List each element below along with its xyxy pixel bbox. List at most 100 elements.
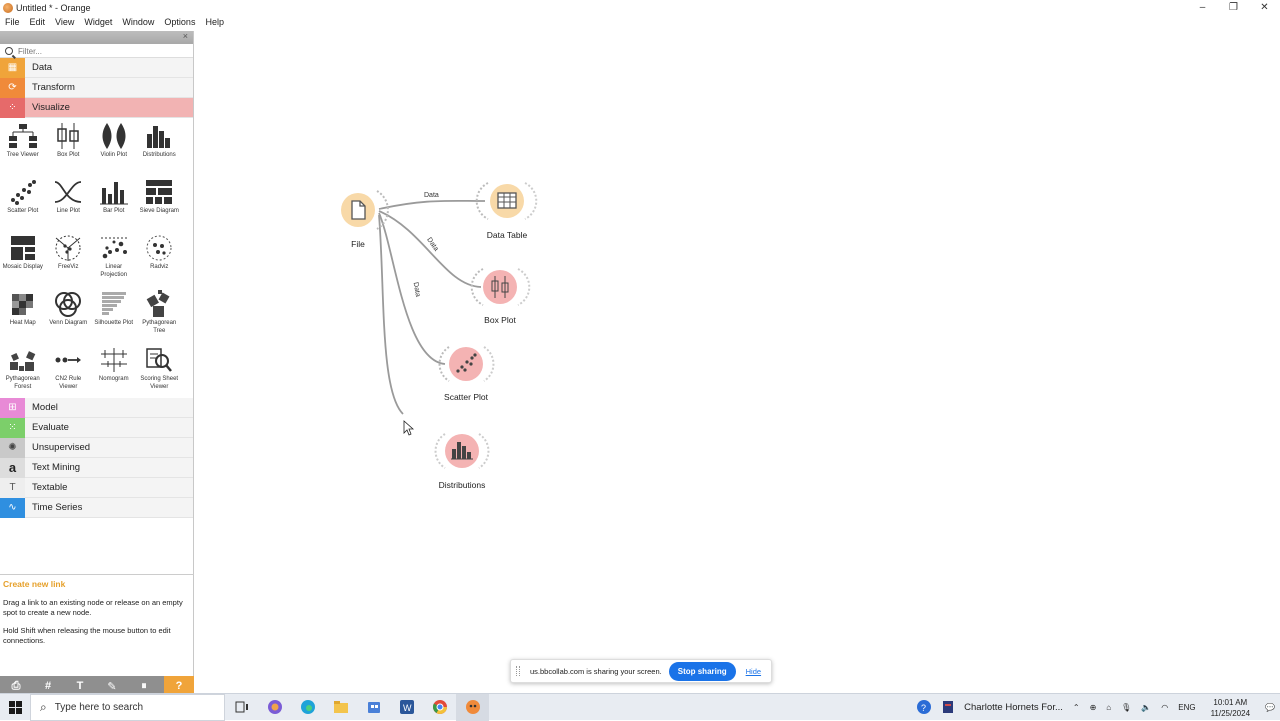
node-label-data-table: Data Table [486,230,528,240]
window-title: Untitled * - Orange [16,2,91,13]
network-tray-icon[interactable]: ⌂ [1106,703,1111,712]
widget-scoring-sheet-viewer[interactable]: Scoring Sheet Viewer [137,342,183,398]
toolbox-titlebar[interactable]: × [0,31,193,44]
news-headline[interactable]: Charlotte Hornets For... [964,702,1063,713]
category-evaluate[interactable]: ⁙ Evaluate [0,417,193,438]
info-title: Create new link [3,579,66,589]
wifi-icon[interactable]: ◠ [1161,703,1168,712]
orange-app-icon [3,2,13,13]
window-controls: – ❐ ✕ [1187,0,1280,15]
category-visualize[interactable]: ⁘ Visualize [0,97,193,118]
language-indicator[interactable]: ENG [1178,703,1195,712]
menu-view[interactable]: View [50,15,79,29]
node-distributions[interactable] [434,433,490,469]
evaluate-category-icon: ⁙ [0,417,25,438]
node-label-scatter-plot: Scatter Plot [444,392,488,402]
link-file-box-plot[interactable] [378,210,482,288]
minimize-button[interactable]: – [1187,0,1218,15]
system-tray: ? Charlotte Hornets For... ⌃ ⊕ ⌂ 🎙 🔈 ◠ E… [911,694,1280,721]
category-label: Visualize [32,102,70,113]
category-data[interactable]: ▦ Data [0,57,193,78]
widget-box-plot[interactable]: Box Plot [46,118,92,174]
widget-distributions[interactable]: Distributions [137,118,183,174]
menu-options[interactable]: Options [159,15,200,29]
link-file-data-table[interactable] [378,199,486,210]
widget-nomogram[interactable]: Nomogram [91,342,137,398]
taskbar-search[interactable]: ⌕ Type here to search [30,693,225,721]
widget-bar-plot[interactable]: Bar Plot [91,174,137,230]
widget-pythagorean-tree[interactable]: Pythagorean Tree [137,286,183,342]
widget-sieve-diagram[interactable]: Sieve Diagram [137,174,183,230]
widget-label: CN2 Rule Viewer [55,376,82,390]
mosaic-display-icon [7,233,39,263]
copilot-icon[interactable] [258,694,291,721]
link-file-pending[interactable] [378,214,404,415]
node-data-table[interactable] [475,182,538,220]
widget-cn2-rule-viewer[interactable]: CN2 Rule Viewer [46,342,92,398]
widget-mosaic-display[interactable]: Mosaic Display [0,230,46,286]
category-label: Transform [32,82,75,93]
widget-label: Heat Map [9,320,36,326]
clock-time: 10:01 AM [1213,697,1248,707]
category-time-series[interactable]: ∿ Time Series [0,497,193,518]
task-view-icon[interactable] [225,694,258,721]
filter-input[interactable] [18,45,188,57]
widget-label: Scatter Plot [7,208,39,214]
box-plot-icon [52,121,84,151]
category-model[interactable]: ⊞ Model [0,397,193,418]
store-icon[interactable] [357,694,390,721]
category-transform[interactable]: ⟳ Transform [0,77,193,98]
model-category-icon: ⊞ [0,397,25,418]
tree-viewer-icon [7,121,39,151]
category-textable[interactable]: T Textable [0,477,193,498]
category-label: Unsupervised [32,442,91,453]
start-button[interactable] [0,694,30,721]
widget-label: Radviz [150,264,169,270]
microphone-icon[interactable]: 🎙 [1121,703,1131,712]
close-button[interactable]: ✕ [1249,0,1280,15]
widget-label: Pythagorean Forest [5,376,40,390]
widget-pythagorean-forest[interactable]: Pythagorean Forest [0,342,46,398]
volume-icon[interactable]: 🔈 [1141,703,1151,712]
unsupervised-category-icon: ✺ [0,437,25,458]
menu-edit[interactable]: Edit [25,15,51,29]
widget-venn-diagram[interactable]: Venn Diagram [46,286,92,342]
news-widget-icon[interactable] [942,700,954,716]
orange-taskbar-icon[interactable] [456,693,489,721]
chrome-icon[interactable] [423,694,456,721]
hide-link[interactable]: Hide [746,667,761,676]
widget-violin-plot[interactable]: Violin Plot [91,118,137,174]
show-hidden-icons[interactable]: ⌃ [1073,703,1080,712]
widget-scatter-plot[interactable]: Scatter Plot [0,174,46,230]
notifications-icon[interactable]: 💬 [1265,703,1275,712]
widget-silhouette-plot[interactable]: Silhouette Plot [91,286,137,342]
widget-radviz[interactable]: Radviz [137,230,183,286]
app-tray-icon[interactable]: ⊕ [1090,703,1097,712]
widget-line-plot[interactable]: Line Plot [46,174,92,230]
widget-freeviz[interactable]: FreeViz [46,230,92,286]
widget-heat-map[interactable]: Heat Map [0,286,46,342]
workflow-canvas[interactable]: Data Data Data File Data Table Box Plot … [195,31,1280,690]
widget-tree-viewer[interactable]: Tree Viewer [0,118,46,174]
category-text-mining[interactable]: a Text Mining [0,457,193,478]
menu-help[interactable]: Help [200,15,229,29]
file-explorer-icon[interactable] [324,694,357,721]
node-file[interactable] [341,190,389,230]
violin-plot-icon [98,121,130,151]
toolbox-close-icon[interactable]: × [183,31,188,41]
category-unsupervised[interactable]: ✺ Unsupervised [0,437,193,458]
widget-linear-projection[interactable]: Linear Projection [91,230,137,286]
menu-file[interactable]: File [0,15,25,29]
linear-projection-icon [98,233,130,263]
help-assistant-icon[interactable]: ? [916,699,932,717]
word-icon[interactable]: W [390,694,423,721]
table-icon [497,192,517,209]
restore-button[interactable]: ❐ [1218,0,1249,15]
menu-window[interactable]: Window [117,15,159,29]
edge-browser-icon[interactable] [291,694,324,721]
stop-sharing-button[interactable]: Stop sharing [668,661,736,681]
menu-widget[interactable]: Widget [79,15,117,29]
clock[interactable]: 10:01 AM 11/25/2024 [1206,697,1255,719]
drag-handle-icon[interactable] [516,666,520,676]
node-scatter-plot[interactable] [438,346,495,382]
